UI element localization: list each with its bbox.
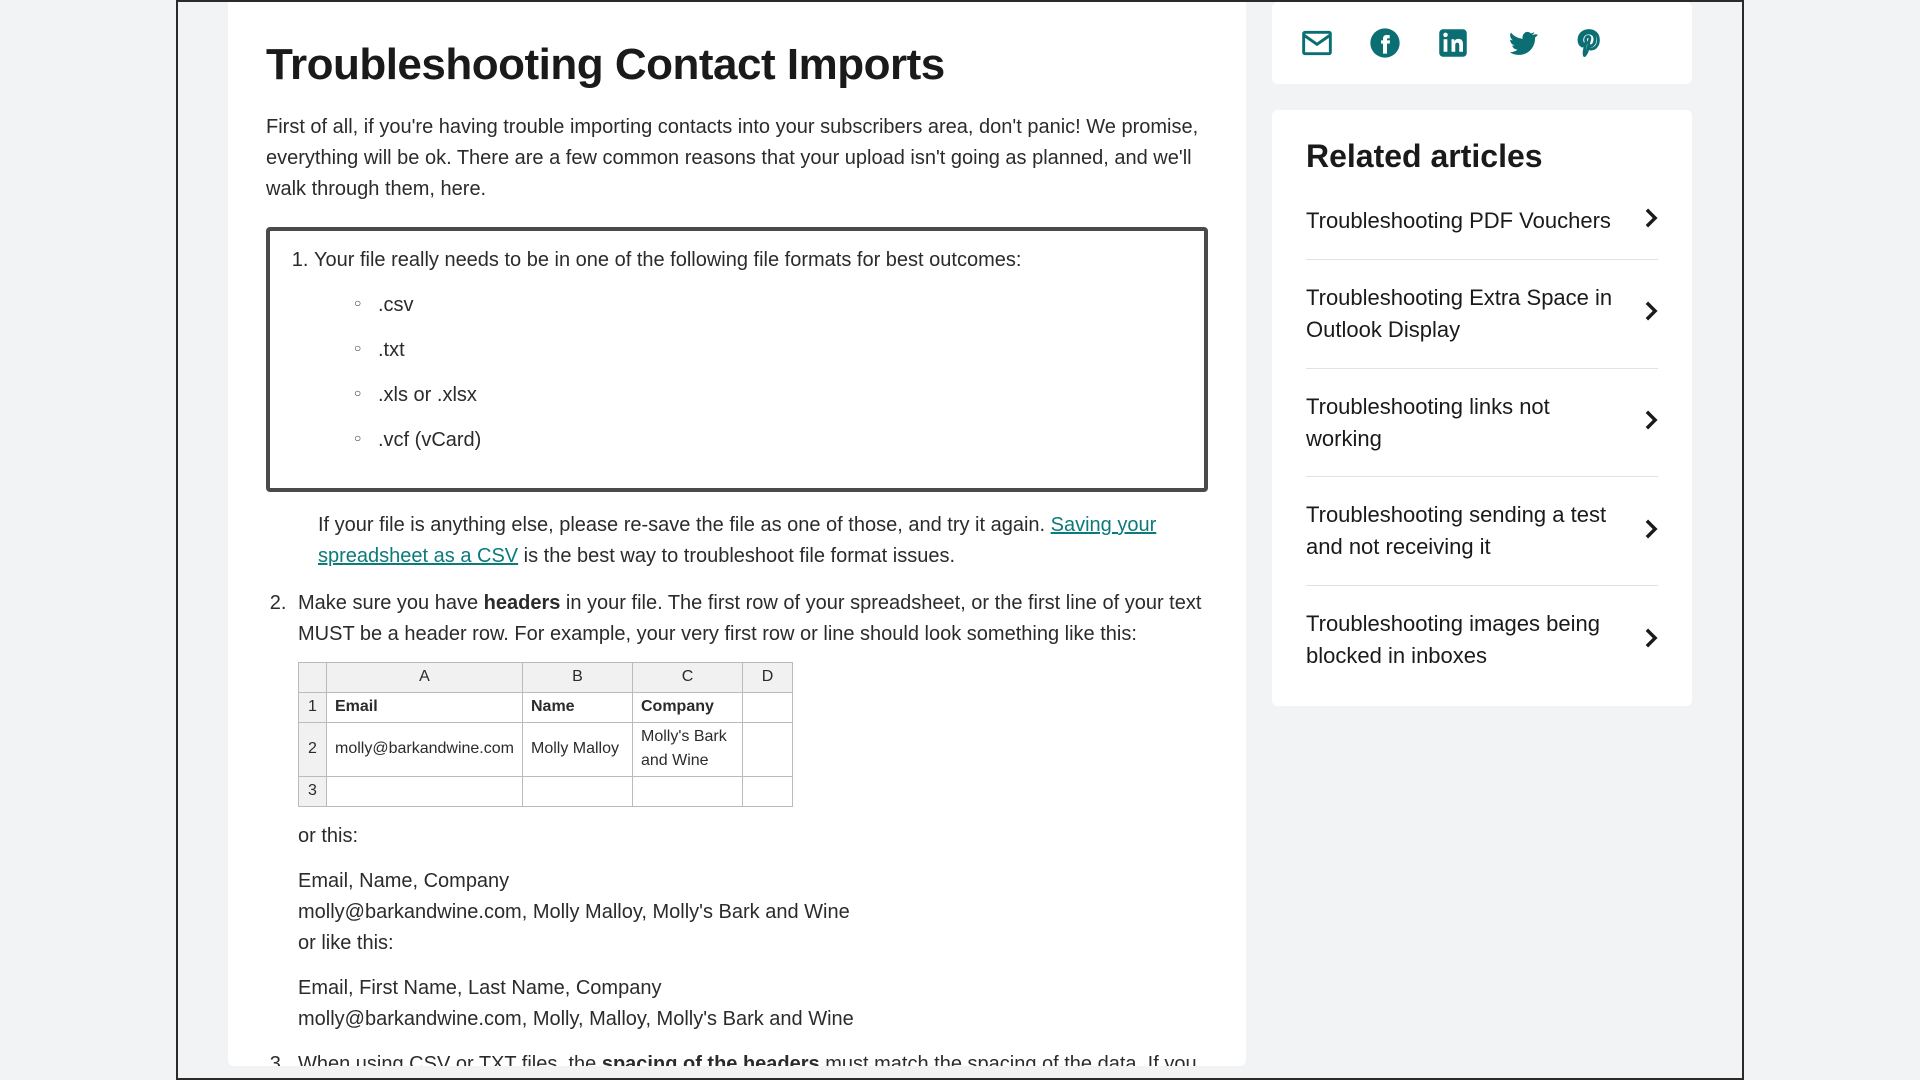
article-main: Troubleshooting Contact Imports First of… [228, 0, 1246, 1066]
row-number: 2 [299, 722, 327, 777]
text: is the best way to troubleshoot file for… [518, 545, 955, 567]
chevron-right-icon [1644, 627, 1658, 654]
col-header: C [632, 663, 742, 693]
format-item: .csv [354, 290, 1186, 321]
row-number: 1 [299, 692, 327, 722]
related-item[interactable]: Troubleshooting sending a test and not r… [1306, 477, 1658, 586]
related-item[interactable]: Troubleshooting links not working [1306, 369, 1658, 478]
related-heading: Related articles [1306, 138, 1658, 175]
pinterest-icon[interactable] [1572, 26, 1606, 60]
text-example-2: Email, First Name, Last Name, Company mo… [298, 973, 1208, 1035]
cell [522, 777, 632, 807]
file-formats-box: Your file really needs to be in one of t… [266, 227, 1208, 492]
page-title: Troubleshooting Contact Imports [266, 40, 1208, 90]
bold-text: headers [484, 592, 561, 614]
col-header: B [522, 663, 632, 693]
bold-text: spacing of the headers [602, 1053, 820, 1066]
example-line: Email, Name, Company [298, 866, 1208, 897]
chevron-right-icon [1644, 409, 1658, 436]
format-item: .xls or .xlsx [354, 380, 1186, 411]
or-this-label: or this: [298, 821, 1208, 852]
related-label: Troubleshooting links not working [1306, 391, 1630, 455]
intro-paragraph: First of all, if you're having trouble i… [266, 112, 1208, 205]
cell: Company [632, 692, 742, 722]
cell: Name [522, 692, 632, 722]
share-card [1272, 2, 1692, 84]
example-line: molly@barkandwine.com, Molly, Malloy, Mo… [298, 1004, 1208, 1035]
related-articles-card: Related articles Troubleshooting PDF Vou… [1272, 110, 1692, 706]
related-item[interactable]: Troubleshooting PDF Vouchers [1306, 197, 1658, 260]
cell [742, 722, 792, 777]
or-like-this-label: or like this: [298, 928, 1208, 959]
related-label: Troubleshooting PDF Vouchers [1306, 205, 1611, 237]
chevron-right-icon [1644, 207, 1658, 234]
chevron-right-icon [1644, 518, 1658, 545]
step-2: Make sure you have headers in your file.… [292, 588, 1208, 1035]
related-item[interactable]: Troubleshooting images being blocked in … [1306, 586, 1658, 694]
step-3: When using CSV or TXT files, the spacing… [292, 1049, 1208, 1066]
text-example-1: Email, Name, Company molly@barkandwine.c… [298, 866, 1208, 959]
linkedin-icon[interactable] [1436, 26, 1470, 60]
corner-cell [299, 663, 327, 693]
spreadsheet-example: A B C D 1 Email Name Company [298, 662, 793, 807]
format-item: .vcf (vCard) [354, 425, 1186, 456]
step-1: Your file really needs to be in one of t… [314, 245, 1186, 456]
col-header: A [327, 663, 523, 693]
text: Make sure you have [298, 592, 484, 614]
format-item: .txt [354, 335, 1186, 366]
step-1-lead: Your file really needs to be in one of t… [314, 249, 1021, 271]
facebook-icon[interactable] [1368, 26, 1402, 60]
cell: Email [327, 692, 523, 722]
related-label: Troubleshooting images being blocked in … [1306, 608, 1630, 672]
cell: Molly Malloy [522, 722, 632, 777]
cell: molly@barkandwine.com [327, 722, 523, 777]
cell: Molly's Bark and Wine [632, 722, 742, 777]
related-label: Troubleshooting Extra Space in Outlook D… [1306, 282, 1630, 346]
related-label: Troubleshooting sending a test and not r… [1306, 499, 1630, 563]
text: When using CSV or TXT files, the [298, 1053, 602, 1066]
twitter-icon[interactable] [1504, 26, 1538, 60]
sidebar: Related articles Troubleshooting PDF Vou… [1272, 2, 1692, 1078]
col-header: D [742, 663, 792, 693]
example-line: Email, First Name, Last Name, Company [298, 973, 1208, 1004]
chevron-right-icon [1644, 300, 1658, 327]
example-line: molly@barkandwine.com, Molly Malloy, Mol… [298, 897, 1208, 928]
email-icon[interactable] [1300, 26, 1334, 60]
related-item[interactable]: Troubleshooting Extra Space in Outlook D… [1306, 260, 1658, 369]
step-1-continuation: If your file is anything else, please re… [266, 510, 1208, 572]
cell [327, 777, 523, 807]
text: If your file is anything else, please re… [318, 514, 1051, 536]
cell [632, 777, 742, 807]
row-number: 3 [299, 777, 327, 807]
cell [742, 777, 792, 807]
format-list: .csv .txt .xls or .xlsx .vcf (vCard) [314, 290, 1186, 456]
cell [742, 692, 792, 722]
